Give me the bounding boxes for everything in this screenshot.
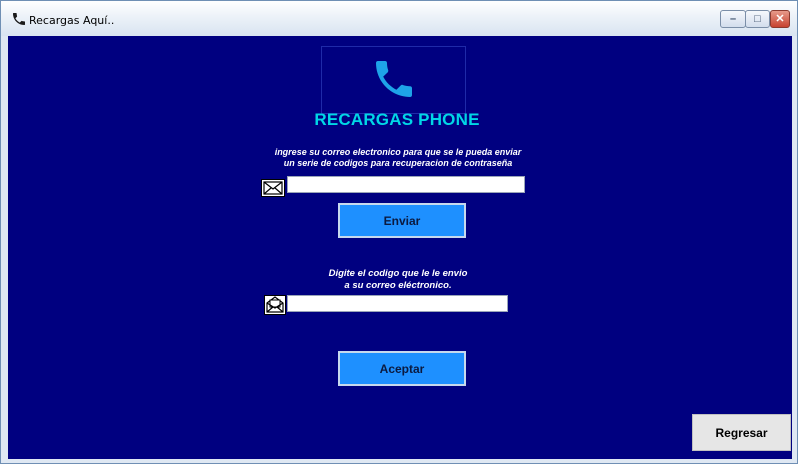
logo-frame (321, 46, 466, 114)
maximize-icon: □ (754, 12, 761, 25)
back-button[interactable]: Regresar (692, 414, 791, 451)
verify-instruction-line-1: Digite el codigo que le le envio (328, 268, 468, 279)
maximize-button[interactable]: □ (745, 10, 770, 28)
verify-instructions: Digite el codigo que le le envio a su co… (298, 268, 498, 292)
window-title: Recargas Aquí.. (29, 14, 115, 27)
minimize-button[interactable]: – (720, 10, 746, 28)
open-envelope-icon (264, 295, 286, 315)
app-window: Recargas Aquí.. – □ ✕ RECARGAS PHONE ing… (0, 0, 798, 464)
envelope-icon (261, 179, 285, 197)
phone-icon (13, 13, 25, 25)
title-bar[interactable]: Recargas Aquí.. – □ ✕ (1, 1, 797, 36)
phone-icon (376, 61, 412, 97)
close-button[interactable]: ✕ (770, 10, 790, 28)
code-input[interactable] (287, 295, 508, 312)
brand-title: RECARGAS PHONE (314, 110, 480, 129)
form-area: RECARGAS PHONE ingrese su correo electro… (8, 36, 792, 459)
recovery-instructions: ingrese su correo electronico para que s… (238, 147, 558, 169)
send-button[interactable]: Enviar (338, 203, 466, 238)
accept-button[interactable]: Aceptar (338, 351, 466, 386)
recovery-instruction-line-1: ingrese su correo electronico para que s… (274, 147, 522, 157)
email-input[interactable] (287, 176, 525, 193)
close-icon: ✕ (775, 12, 785, 25)
recovery-instruction-line-2: un serie de codigos para recuperacion de… (283, 158, 513, 168)
verify-instruction-line-2: a su correo eléctronico. (344, 280, 452, 291)
minimize-icon: – (729, 12, 737, 25)
